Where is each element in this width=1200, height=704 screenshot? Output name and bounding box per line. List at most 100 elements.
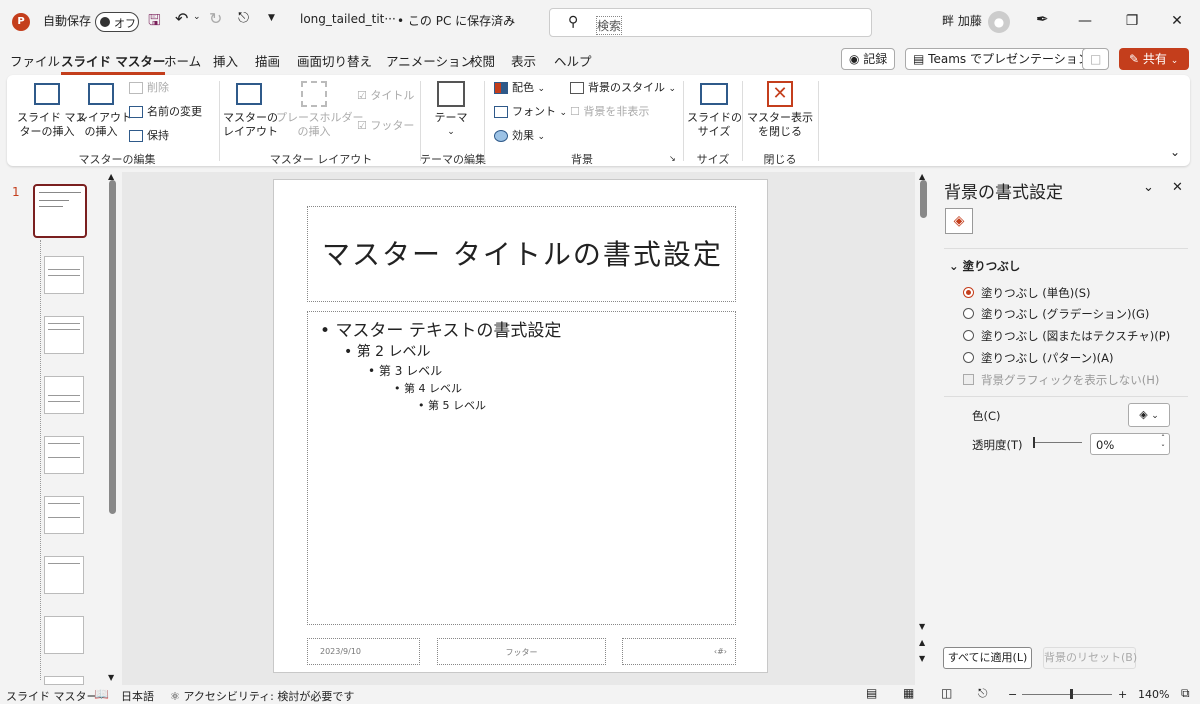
save-icon[interactable]: 🖫 [148,10,161,35]
close-master-view-button[interactable]: マスター表示 を閉じる [747,111,813,139]
minimize-icon[interactable]: — [1070,10,1100,32]
thumbnail-layout[interactable] [44,256,84,294]
notes-icon[interactable]: 📖 [94,687,109,701]
insert-layout-button[interactable]: レイアウト の挿入 [77,111,132,139]
language-indicator[interactable]: 日本語 [121,688,154,704]
save-status[interactable]: • この PC に保存済み [397,12,515,29]
thumbnail-layout[interactable] [44,616,84,654]
next-slide-icon[interactable]: ▼ [919,654,925,663]
restore-icon[interactable]: ❐ [1117,10,1147,32]
thumbnail-layout[interactable] [44,376,84,414]
footer-placeholder[interactable]: フッター [437,638,606,665]
tab-slide-master[interactable]: スライド マスター [61,51,166,75]
insert-slide-master-button[interactable]: スライド マス ターの挿入 [17,111,87,139]
fill-solid-label[interactable]: 塗りつぶし (単色)(S) [981,285,1091,301]
tab-review[interactable]: 校閲 [470,51,495,70]
background-dialog-launcher-icon[interactable]: ↘ [669,152,676,166]
thumbnail-scrollbar[interactable] [109,180,116,514]
accessibility-status[interactable]: ⚛ アクセシビリティ: 検討が必要です [170,688,354,704]
slideshow-icon[interactable]: ⎋ [978,686,988,701]
normal-view-icon[interactable]: ▤ [866,686,877,700]
fill-picture-radio[interactable] [963,330,974,341]
customize-qat-icon[interactable]: ▼ [268,13,275,23]
effects-button[interactable]: 効果 ⌄ [494,129,545,144]
tab-draw[interactable]: 描画 [255,51,280,70]
transparency-input[interactable]: 0% ˆˇ [1090,433,1170,455]
pen-icon[interactable]: ✒ [1036,10,1049,28]
pane-close-icon[interactable]: ✕ [1172,180,1183,195]
preserve-button[interactable]: 保持 [129,129,169,143]
undo-icon[interactable]: ↶ [175,9,188,28]
tab-file[interactable]: ファイル [10,51,60,70]
reset-background-button: 背景のリセット(B) [1043,647,1137,669]
fill-picture-label[interactable]: 塗りつぶし (図またはテクスチャ)(P) [981,328,1170,344]
close-icon[interactable]: ✕ [1162,10,1192,32]
comments-button[interactable]: □ [1082,48,1110,70]
scroll-up-icon[interactable]: ▲ [108,172,114,181]
tab-view[interactable]: 表示 [511,51,536,70]
previous-slide-icon[interactable]: ▲ [919,638,925,647]
user-name[interactable]: 畔 加藤 [942,12,982,29]
zoom-in-icon[interactable]: + [1118,688,1127,701]
tab-home[interactable]: ホーム [164,51,201,70]
ribbon-collapse-icon[interactable]: ⌄ [1170,145,1180,159]
share-button[interactable]: ✎ 共有 ⌄ [1119,48,1189,70]
bg-styles-button[interactable]: 背景のスタイル ⌄ [570,81,676,96]
slide-sorter-icon[interactable]: ▦ [903,686,914,700]
hide-bg-graphics-label: 背景グラフィックを表示しない(H) [981,373,1160,387]
fill-section-header[interactable]: ⌄ 塗りつぶし [949,258,1020,274]
undo-dropdown-icon[interactable]: ⌄ [193,12,201,22]
date-placeholder[interactable]: 2023/9/10 [307,638,420,665]
pane-options-chevron-icon[interactable]: ⌄ [1143,180,1154,195]
apply-to-all-button[interactable]: すべてに適用(L) [943,647,1032,669]
zoom-slider-track[interactable] [1022,694,1112,695]
search-box[interactable]: ⚲ 検索 [549,8,872,37]
canvas-scrollbar[interactable] [920,180,927,218]
autosave-toggle[interactable]: オフ [95,12,139,32]
colors-button[interactable]: 配色 ⌄ [494,81,545,96]
fit-to-window-icon[interactable]: ⧉ [1181,686,1190,701]
avatar[interactable]: ● [988,11,1010,33]
record-button[interactable]: ◉ 記録 [841,48,896,70]
thumbnail-layout[interactable] [44,316,84,354]
zoom-out-icon[interactable]: − [1008,688,1017,701]
tab-help[interactable]: ヘルプ [554,51,592,70]
transparency-slider-thumb[interactable] [1033,437,1035,448]
transparency-slider-track[interactable] [1034,442,1082,443]
fonts-button[interactable]: フォント ⌄ [494,105,567,120]
teams-present-button[interactable]: ▤ Teams でプレゼンテーション [905,48,1098,70]
fill-pattern-radio[interactable] [963,352,974,363]
fill-gradient-label[interactable]: 塗りつぶし (グラデーション)(G) [981,306,1149,322]
color-picker-button[interactable]: ◈ ⌄ [1128,403,1170,427]
thumbnail-layout[interactable] [44,556,84,594]
spinner-icon[interactable]: ˆˇ [1161,434,1165,454]
title-placeholder[interactable]: マスター タイトルの書式設定 [307,206,736,302]
thumbnail-layout[interactable] [44,676,84,685]
fill-gradient-radio[interactable] [963,308,974,319]
canvas-scroll-down-icon[interactable]: ▼ [919,622,925,631]
thumbnail-layout[interactable] [44,496,84,534]
file-name[interactable]: long_tailed_tit··· [300,12,396,26]
slide-size-button[interactable]: スライドの サイズ [687,111,742,139]
canvas-scroll-up-icon[interactable]: ▲ [919,172,925,181]
tab-animations[interactable]: アニメーション [386,51,473,70]
master-layout-button[interactable]: マスターの レイアウト [223,111,278,139]
body-placeholder[interactable]: • マスター テキストの書式設定 • 第 2 レベル • 第 3 レベル • 第… [307,311,736,625]
fill-solid-radio[interactable] [963,287,974,298]
fill-tab-icon[interactable]: ◈ [945,208,973,234]
page-number-placeholder[interactable]: ‹#› [622,638,736,665]
present-from-start-icon[interactable]: ⎋ [238,10,249,26]
tab-transitions[interactable]: 画面切り替え [297,51,372,70]
tab-insert[interactable]: 挿入 [213,51,238,70]
thumbnail-layout[interactable] [44,436,84,474]
scroll-down-icon[interactable]: ▼ [108,673,114,682]
thumbnail-master[interactable] [33,184,87,238]
zoom-slider-thumb[interactable] [1070,689,1073,699]
rename-button[interactable]: 名前の変更 [129,105,202,119]
save-status-chevron-icon[interactable]: ⌄ [505,12,513,23]
thumb-line [48,443,80,444]
theme-button[interactable]: テーマ ⌄ [427,111,475,139]
reading-view-icon[interactable]: ◫ [941,686,952,700]
fill-pattern-label[interactable]: 塗りつぶし (パターン)(A) [981,350,1114,366]
zoom-level[interactable]: 140% [1138,688,1169,701]
